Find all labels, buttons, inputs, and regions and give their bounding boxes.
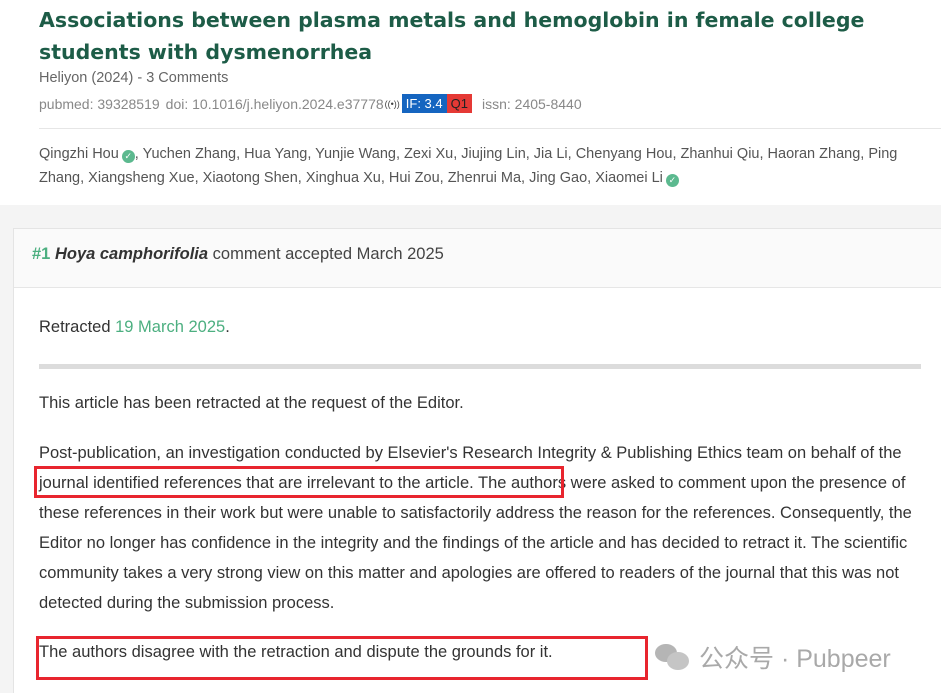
identifiers-line: pubmed: 39328519 doi: 10.1016/j.heliyon.…: [39, 94, 582, 113]
author-list: Qingzhi Hou ✓, Yuchen Zhang, Hua Yang, Yu…: [39, 143, 919, 190]
highlight-box-irrelevant-references: [34, 466, 564, 498]
author-last[interactable]: Xiaomei Li: [595, 170, 663, 186]
verified-check-icon: ✓: [121, 150, 135, 163]
article-header: Associations between plasma metals and h…: [0, 0, 941, 205]
author-list-middle[interactable]: , Yuchen Zhang, Hua Yang, Yunjie Wang, Z…: [39, 146, 897, 186]
journal-separator: -: [133, 70, 147, 86]
broadcast-icon: ((•)): [384, 98, 400, 109]
retraction-notice: Retracted 19 March 2025.: [39, 318, 230, 337]
pubmed-id[interactable]: pubmed: 39328519: [39, 96, 160, 112]
author-first[interactable]: Qingzhi Hou: [39, 146, 119, 162]
comment-paragraph-2: Post-publication, an investigation condu…: [39, 444, 912, 612]
journal-name: Heliyon (2024): [39, 70, 134, 86]
article-title[interactable]: Associations between plasma metals and h…: [39, 4, 919, 68]
watermark: 公众号 · Pubpeer: [655, 639, 891, 675]
impact-factor-badge: IF: 3.4: [401, 94, 447, 113]
comment-status: comment accepted March 2025: [212, 245, 444, 263]
header-divider: [39, 128, 941, 129]
comments-count-link[interactable]: 3 Comments: [146, 70, 228, 86]
wechat-icon: [655, 642, 691, 672]
issn: issn: 2405-8440: [481, 95, 582, 112]
retracted-period: .: [225, 318, 230, 336]
journal-line: Heliyon (2024) - 3 Comments: [39, 70, 228, 86]
watermark-text: 公众号 · Pubpeer: [699, 645, 891, 673]
comment-paragraph-1: This article has been retracted at the r…: [39, 394, 464, 412]
comment-card: #1 Hoya camphorifolia comment accepted M…: [13, 228, 941, 693]
comment-author[interactable]: Hoya camphorifolia: [55, 245, 208, 263]
retraction-date-link[interactable]: 19 March 2025: [115, 318, 225, 336]
comment-header: #1 Hoya camphorifolia comment accepted M…: [14, 229, 941, 288]
comment-number[interactable]: #1: [32, 245, 50, 263]
verified-check-icon: ✓: [665, 173, 679, 187]
quote-divider: [39, 364, 921, 369]
retracted-label: Retracted: [39, 318, 116, 336]
doi-link[interactable]: doi: 10.1016/j.heliyon.2024.e37778: [166, 96, 384, 112]
quartile-badge: Q1: [446, 94, 472, 113]
comment-meta: #1 Hoya camphorifolia comment accepted M…: [32, 245, 444, 264]
highlight-box-authors-disagree: [36, 636, 648, 680]
